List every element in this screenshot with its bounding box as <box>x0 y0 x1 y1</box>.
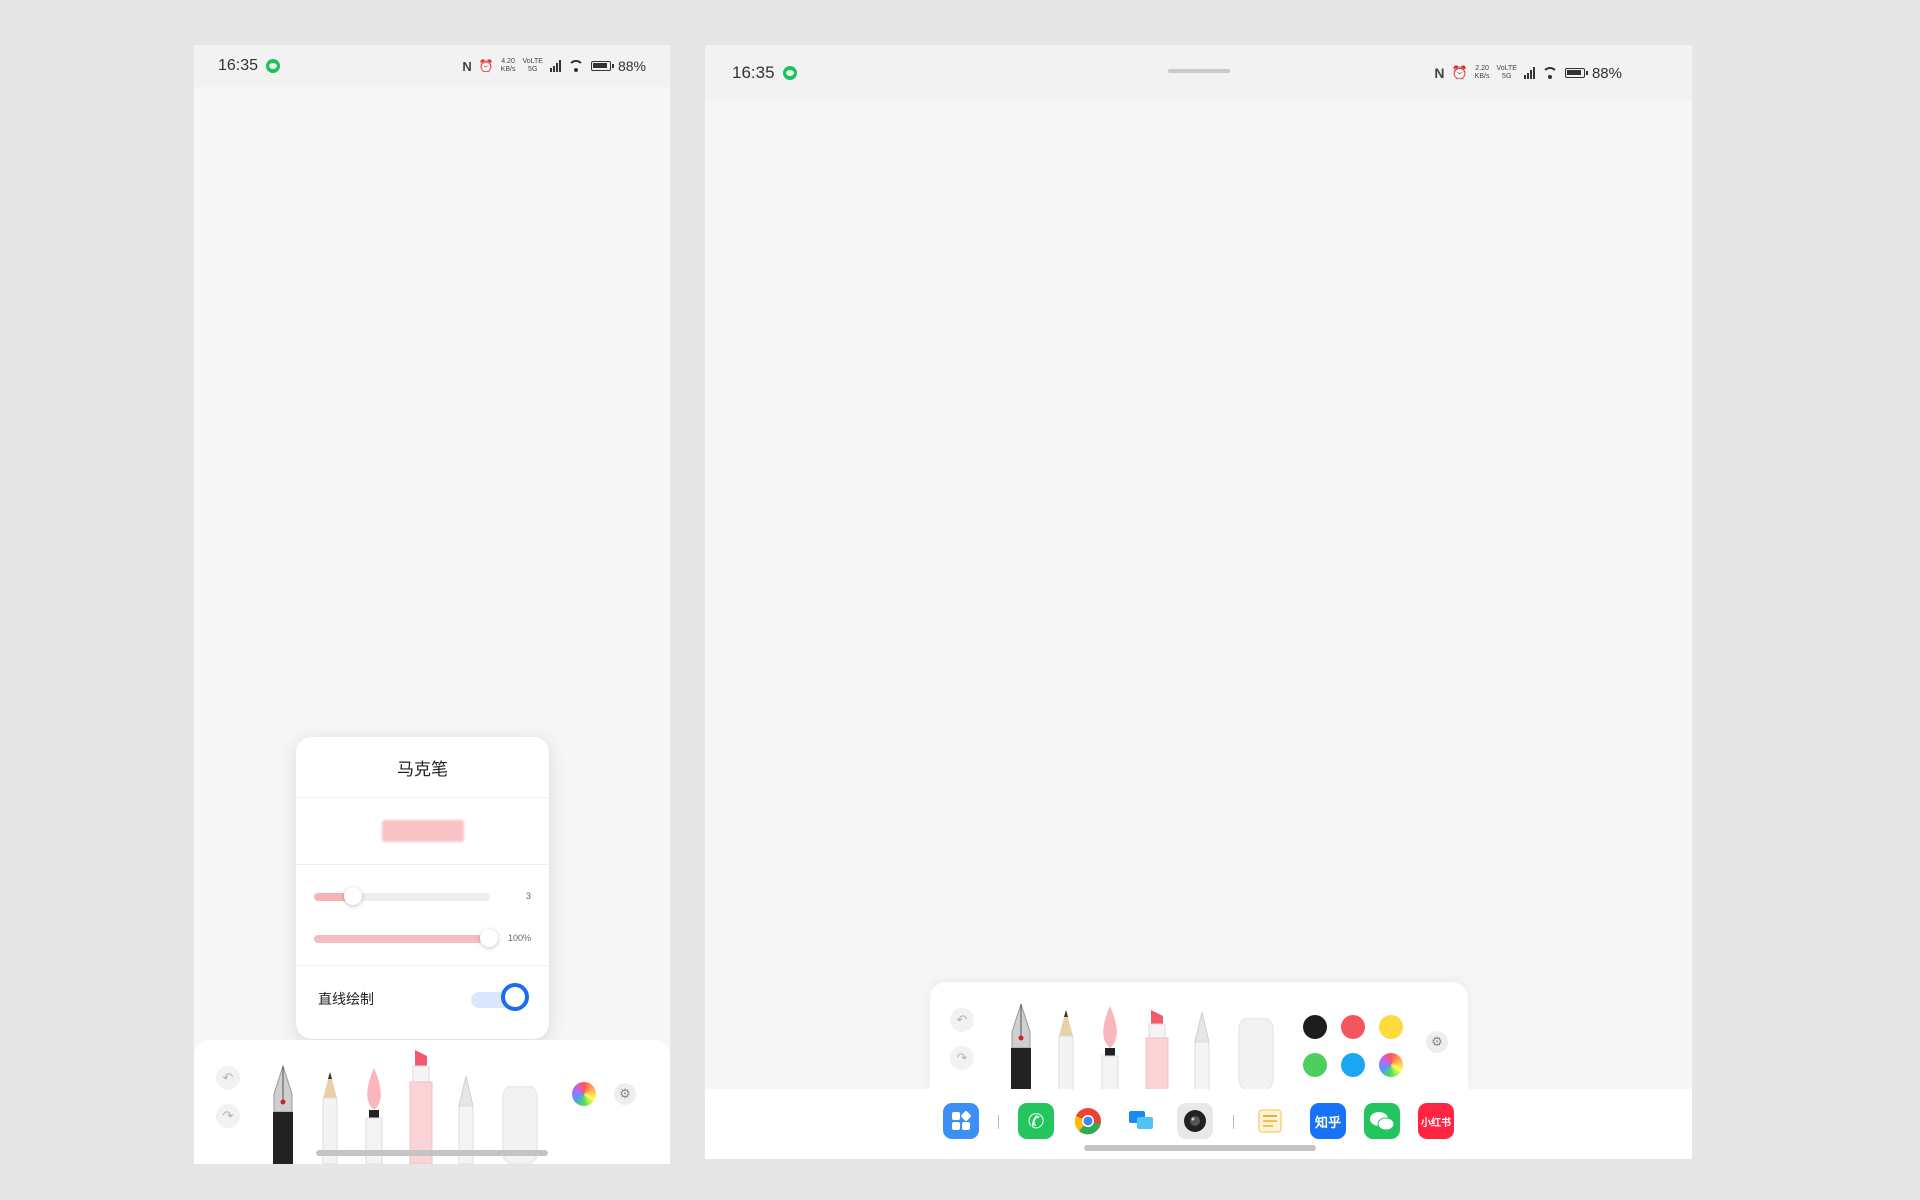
nfc-icon: N <box>1434 65 1445 81</box>
undo-icon[interactable]: ↶ <box>216 1066 240 1090</box>
fountain-pen-tool[interactable] <box>1006 1004 1036 1090</box>
battery-percent: 88% <box>617 58 646 74</box>
settings-gear-icon[interactable]: ⚙ <box>1426 1031 1448 1053</box>
marker-tool[interactable] <box>1142 1010 1172 1090</box>
messages-app-icon[interactable] <box>1123 1103 1159 1139</box>
net-type: VoLTE 5G <box>522 58 543 73</box>
status-time: 16:35 <box>218 57 259 74</box>
size-slider-row: 3 <box>296 873 549 915</box>
fountain-pen-tool[interactable] <box>268 1064 298 1164</box>
notes-app-icon[interactable] <box>1252 1103 1288 1139</box>
color-black[interactable] <box>1303 1015 1327 1039</box>
undo-icon[interactable]: ↶ <box>950 1008 974 1032</box>
straight-line-row: 直线绘制 <box>296 966 549 1032</box>
wifi-icon <box>1541 67 1558 79</box>
redo-icon[interactable]: ↷ <box>950 1046 974 1070</box>
wechat-icon <box>266 59 281 73</box>
eraser-tool[interactable] <box>1238 1018 1274 1090</box>
marker-tool[interactable] <box>406 1050 436 1164</box>
stroke-preview-area <box>296 798 549 865</box>
color-red[interactable] <box>1341 1015 1365 1039</box>
window-handle[interactable] <box>1168 69 1230 73</box>
xiaohongshu-app-icon[interactable]: 小红书 <box>1418 1103 1454 1139</box>
home-indicator <box>316 1150 548 1156</box>
zhihu-app-icon[interactable]: 知乎 <box>1310 1103 1346 1139</box>
settings-gear-icon[interactable]: ⚙ <box>614 1083 636 1105</box>
home-indicator <box>1084 1145 1316 1151</box>
opacity-value: 100% <box>507 933 531 943</box>
camera-app-icon[interactable] <box>1177 1103 1213 1139</box>
battery-percent: 88% <box>1591 64 1622 82</box>
redo-icon[interactable]: ↷ <box>216 1104 240 1128</box>
status-bar: 16:35 N ⏰ 2.20 KB/s VoLTE 5G 88% <box>705 45 1692 101</box>
color-blue[interactable] <box>1341 1053 1365 1077</box>
net-speed: 4.20 KB/s <box>500 58 516 73</box>
dock-separator <box>1233 1115 1234 1129</box>
battery-icon <box>590 61 614 71</box>
color-yellow[interactable] <box>1379 1015 1403 1039</box>
status-time: 16:35 <box>732 63 775 82</box>
stroke-preview <box>381 820 464 842</box>
tablet-screen: 16:35 N ⏰ 2.20 KB/s VoLTE 5G 88% ↶ ↷ ⚙ ✆… <box>705 45 1692 1159</box>
battery-icon <box>1564 68 1588 78</box>
pencil-tool[interactable] <box>1054 1010 1078 1090</box>
status-bar: 16:35 N ⏰ 4.20 KB/s VoLTE 5G 88% <box>194 45 670 87</box>
phone-screen: 16:35 N ⏰ 4.20 KB/s VoLTE 5G 88% 马克笔 3 1… <box>194 45 670 1164</box>
chrome-app-icon[interactable] <box>1070 1103 1106 1139</box>
nfc-icon: N <box>462 58 472 74</box>
straight-line-toggle[interactable] <box>471 983 529 1015</box>
wechat-icon <box>782 66 797 80</box>
net-type: VoLTE 5G <box>1496 65 1517 80</box>
color-picker-icon[interactable] <box>1379 1053 1403 1077</box>
dock-separator <box>998 1115 999 1129</box>
wifi-icon <box>567 60 584 72</box>
marker-settings-popup: 马克笔 3 100% 直线绘制 <box>296 737 549 1039</box>
app-grid-icon[interactable] <box>943 1103 979 1139</box>
net-speed: 2.20 KB/s <box>1474 65 1490 80</box>
color-green[interactable] <box>1303 1053 1327 1077</box>
straight-line-label: 直线绘制 <box>318 991 374 1007</box>
opacity-slider-knob[interactable] <box>480 929 498 947</box>
ballpoint-pen-tool[interactable] <box>1190 1012 1214 1090</box>
alarm-icon: ⏰ <box>1451 65 1468 80</box>
alarm-icon: ⏰ <box>478 59 494 73</box>
signal-icon <box>1523 67 1535 79</box>
brush-tool[interactable] <box>1096 1006 1124 1090</box>
popup-title: 马克笔 <box>296 737 549 798</box>
size-value: 3 <box>525 891 531 901</box>
app-dock: ✆ 知乎 小红书 <box>705 1089 1692 1159</box>
pen-toolbar: ↶ ↷ ⚙ <box>194 1040 670 1164</box>
signal-icon <box>549 60 561 72</box>
size-slider-knob[interactable] <box>344 887 362 905</box>
opacity-slider-fill <box>314 935 482 943</box>
pen-toolbar: ↶ ↷ ⚙ <box>930 982 1468 1090</box>
color-picker-icon[interactable] <box>572 1082 596 1106</box>
wechat-app-icon[interactable] <box>1364 1103 1400 1139</box>
opacity-slider-row: 100% <box>296 915 549 957</box>
phone-app-icon[interactable]: ✆ <box>1018 1103 1054 1139</box>
